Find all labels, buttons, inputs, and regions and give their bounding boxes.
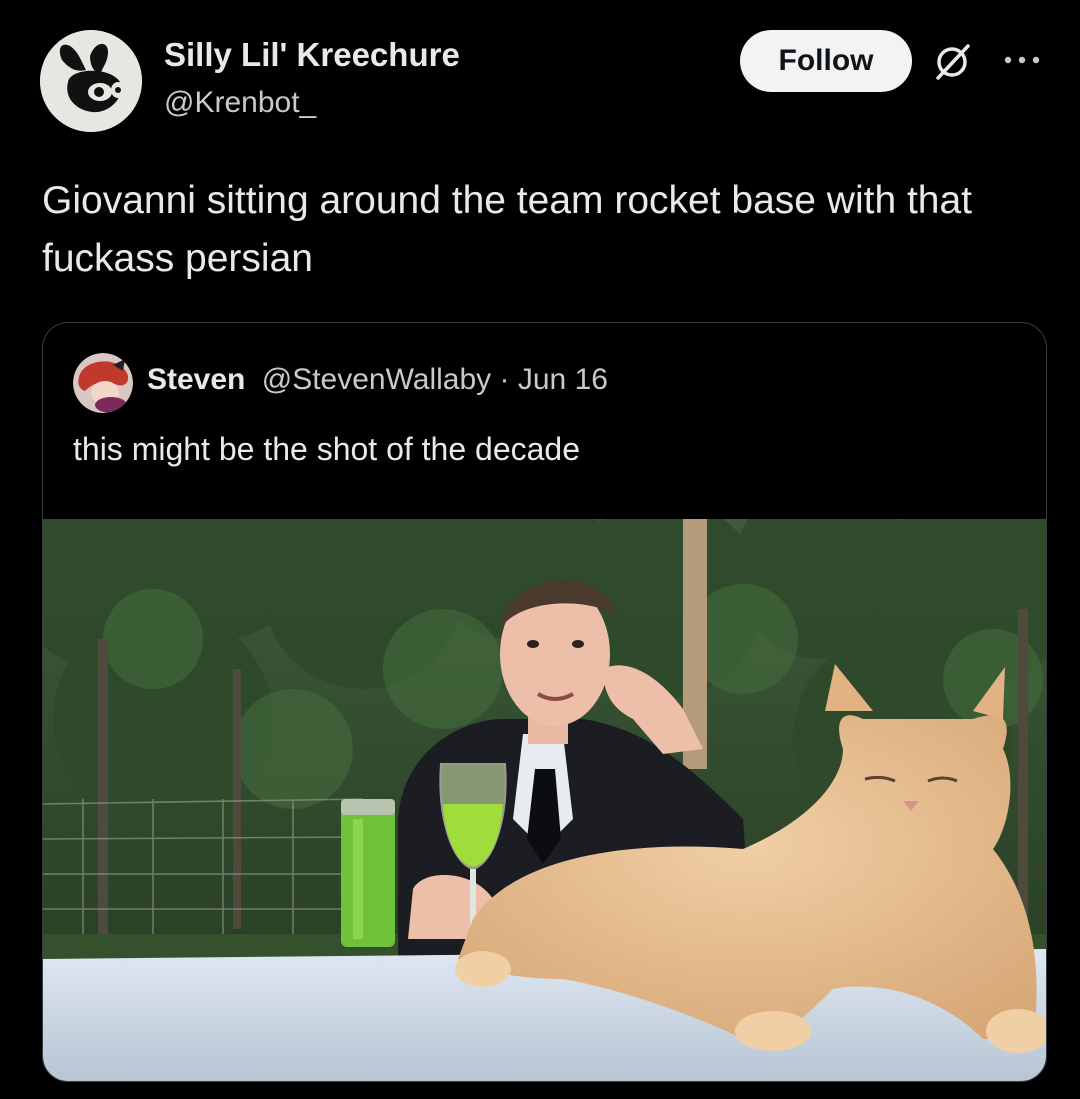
quoted-author-name[interactable]: Steven: [147, 363, 245, 396]
grok-icon[interactable]: [932, 42, 972, 82]
author-handle[interactable]: @Krenbot_: [164, 86, 316, 120]
bunny-logo-icon: [40, 30, 142, 132]
author-name[interactable]: Silly Lil' Kreechure: [164, 36, 460, 74]
tweet-text: Giovanni sitting around the team rocket …: [42, 179, 973, 280]
quoted-text: this might be the shot of the decade: [73, 431, 580, 467]
more-icon[interactable]: [1000, 50, 1044, 70]
quoted-photo[interactable]: [43, 519, 1047, 1082]
green-can: [341, 799, 395, 947]
quoted-date[interactable]: Jun 16: [518, 363, 608, 396]
quoted-tweet[interactable]: Steven @StevenWallaby · Jun 16 this migh…: [42, 322, 1047, 1082]
anime-avatar-icon: [73, 353, 133, 413]
quoted-author-avatar[interactable]: [73, 353, 133, 413]
quoted-separator: ·: [499, 363, 510, 396]
quoted-author-handle[interactable]: @StevenWallaby: [262, 363, 491, 396]
author-avatar[interactable]: [40, 30, 142, 132]
follow-button[interactable]: Follow: [740, 30, 912, 92]
quoted-header: Steven @StevenWallaby · Jun 16: [147, 363, 608, 397]
